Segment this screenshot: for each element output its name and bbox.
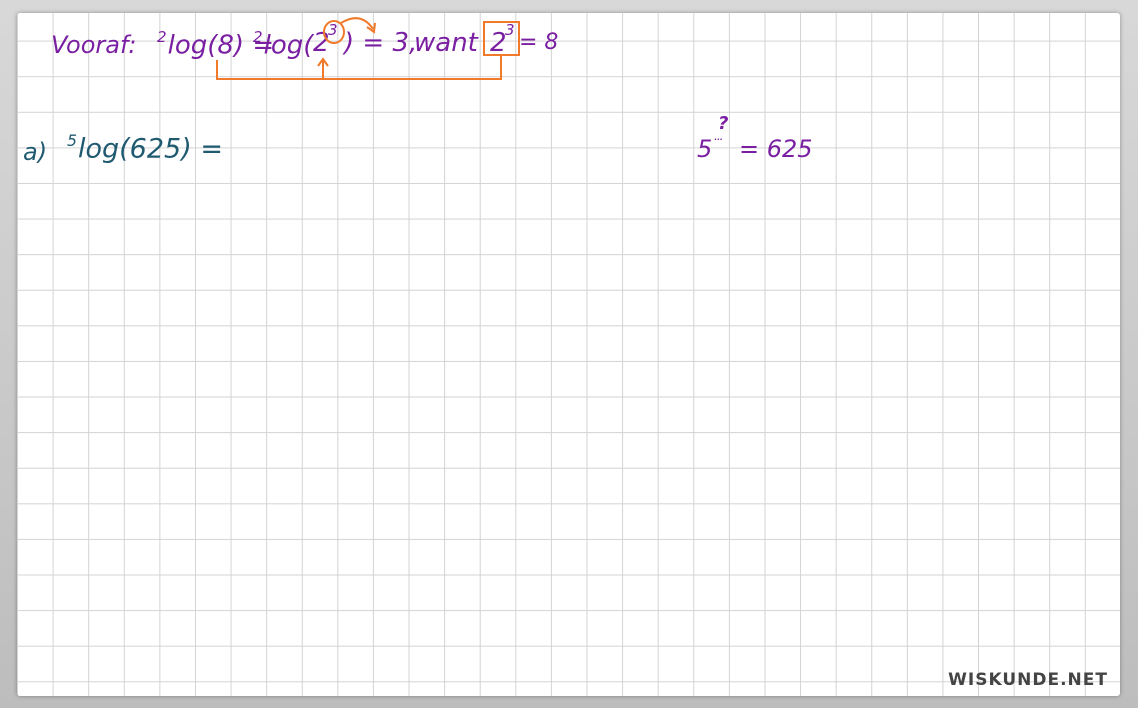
connector-bracket bbox=[216, 56, 502, 80]
window-frame: Vooraf: 2log(8) = 2log( 2 3 ) = 3, want … bbox=[0, 0, 1138, 708]
side-result: = 625 bbox=[739, 135, 813, 163]
watermark-logo: WISKUNDE.NET bbox=[948, 670, 1108, 690]
side-base: 5 bbox=[697, 135, 713, 163]
part-a-label: a) bbox=[23, 138, 48, 166]
side-dots: ... bbox=[714, 129, 724, 143]
grid-paper: Vooraf: 2log(8) = 2log( 2 3 ) = 3, want … bbox=[17, 13, 1120, 696]
part-a-expression: 5log(625) = bbox=[67, 133, 223, 163]
exponent-circle bbox=[323, 20, 345, 44]
part-a-log: log(625) = bbox=[77, 133, 223, 165]
power-box bbox=[483, 21, 520, 56]
orange-annotations bbox=[216, 17, 520, 80]
part-a-base: 5 bbox=[67, 131, 77, 150]
